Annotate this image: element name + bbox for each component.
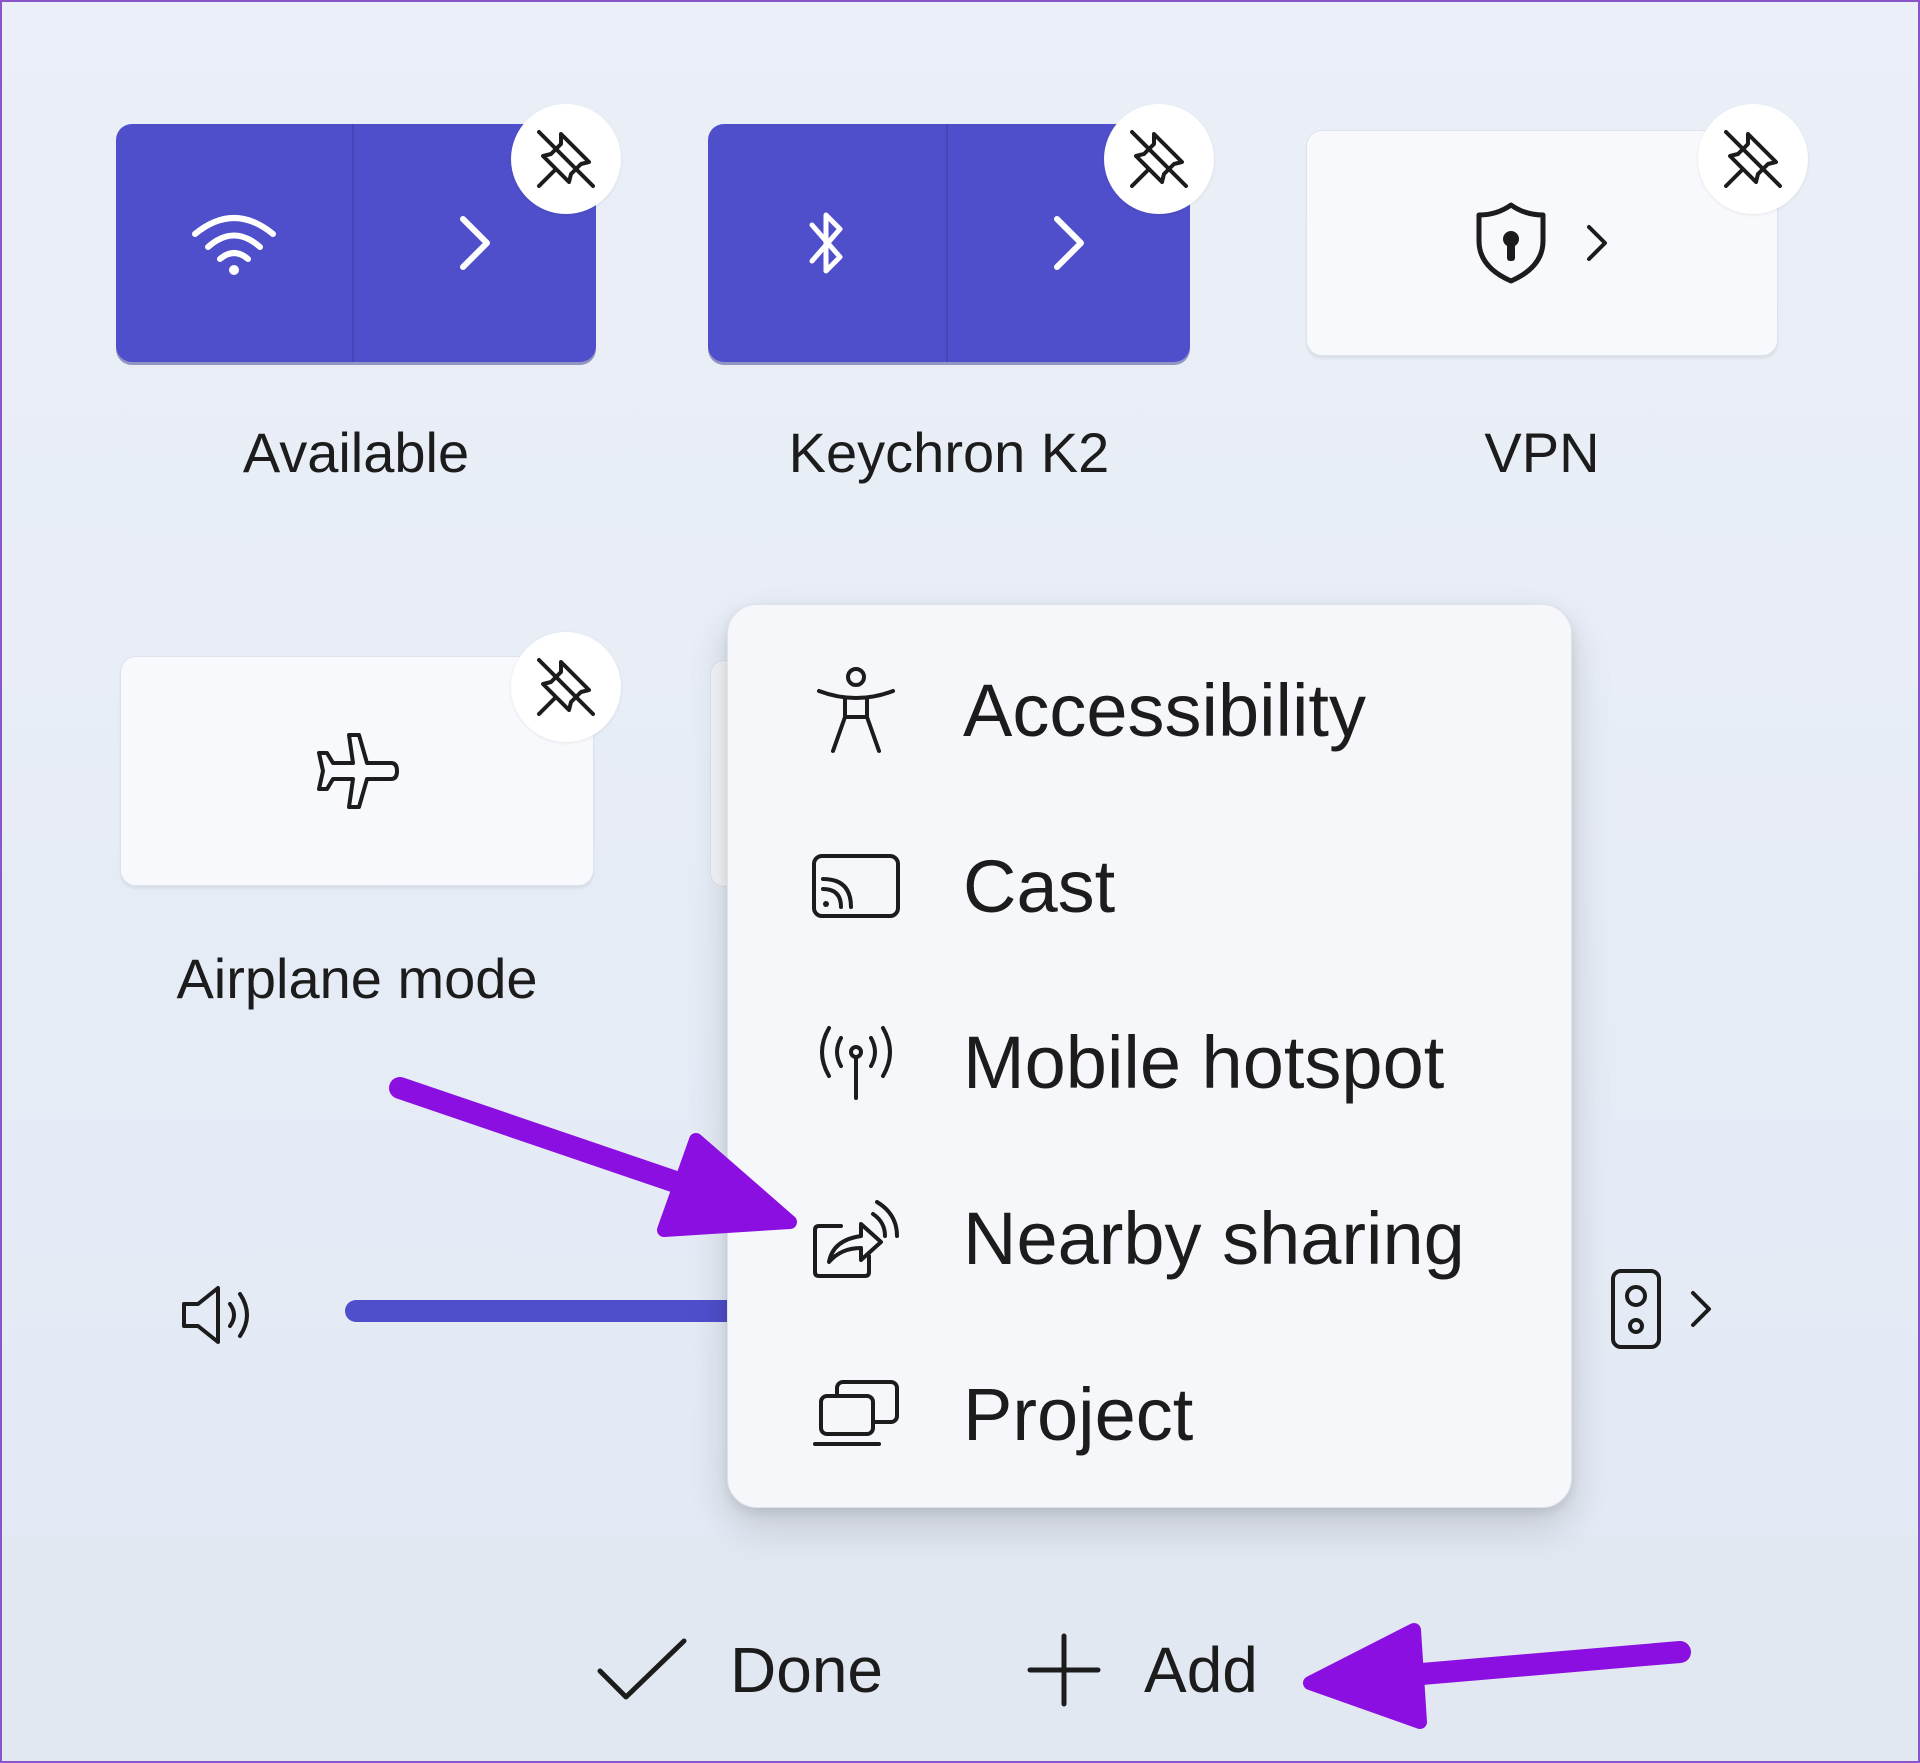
menu-item-mobile-hotspot[interactable]: Mobile hotspot <box>728 987 1571 1137</box>
shield-lock-icon <box>1476 202 1546 284</box>
plus-icon <box>1027 1633 1101 1707</box>
vpn-label: VPN <box>1484 421 1600 484</box>
project-icon <box>808 1366 904 1462</box>
menu-item-cast[interactable]: Cast <box>728 811 1571 961</box>
mobile-hotspot-icon <box>808 1014 904 1110</box>
volume-button[interactable] <box>178 1282 258 1353</box>
quick-settings-footer <box>0 1535 1920 1763</box>
bluetooth-toggle-button[interactable] <box>708 124 946 362</box>
add-quick-settings-menu: Accessibility Cast Mobile hotspot Nearby… <box>727 604 1572 1508</box>
menu-item-label: Nearby sharing <box>963 1196 1465 1280</box>
wifi-toggle-button[interactable] <box>116 124 352 362</box>
accessibility-icon <box>808 662 904 758</box>
menu-item-label: Project <box>963 1372 1194 1456</box>
chevron-right-icon <box>1054 216 1084 270</box>
checkmark-icon <box>597 1638 687 1700</box>
menu-item-label: Accessibility <box>963 668 1366 752</box>
unpin-vpn-button[interactable] <box>1698 104 1808 214</box>
nearby-sharing-icon <box>808 1190 904 1286</box>
unpin-airplane-button[interactable] <box>511 632 621 742</box>
menu-item-project[interactable]: Project <box>728 1339 1571 1489</box>
volume-slider[interactable] <box>345 1300 755 1322</box>
menu-item-label: Mobile hotspot <box>963 1020 1445 1104</box>
chevron-right-icon <box>1587 225 1607 261</box>
add-label: Add <box>1144 1634 1258 1706</box>
unpin-bluetooth-button[interactable] <box>1104 104 1214 214</box>
wifi-icon <box>192 215 276 275</box>
menu-item-nearby-sharing[interactable]: Nearby sharing <box>728 1163 1571 1313</box>
add-button[interactable]: Add <box>1026 1615 1258 1725</box>
airplane-mode-label: Airplane mode <box>176 947 538 1010</box>
chevron-right-icon <box>1691 1291 1711 1327</box>
unpin-icon <box>1130 130 1188 188</box>
done-button[interactable]: Done <box>596 1615 883 1725</box>
speaker-volume-icon <box>182 1286 249 1344</box>
unpin-icon <box>537 130 595 188</box>
chevron-right-icon <box>460 216 490 270</box>
done-label: Done <box>730 1634 883 1706</box>
unpin-icon <box>1724 130 1782 188</box>
audio-output-button[interactable] <box>1610 1268 1714 1350</box>
speaker-device-icon <box>1611 1269 1661 1349</box>
bluetooth-icon <box>809 212 843 274</box>
menu-item-accessibility[interactable]: Accessibility <box>728 635 1571 785</box>
menu-item-label: Cast <box>963 844 1116 928</box>
airplane-icon <box>317 733 399 809</box>
wifi-label: Available <box>242 421 470 484</box>
unpin-wifi-button[interactable] <box>511 104 621 214</box>
bluetooth-label: Keychron K2 <box>788 421 1110 484</box>
unpin-icon <box>537 658 595 716</box>
cast-icon <box>808 838 904 934</box>
